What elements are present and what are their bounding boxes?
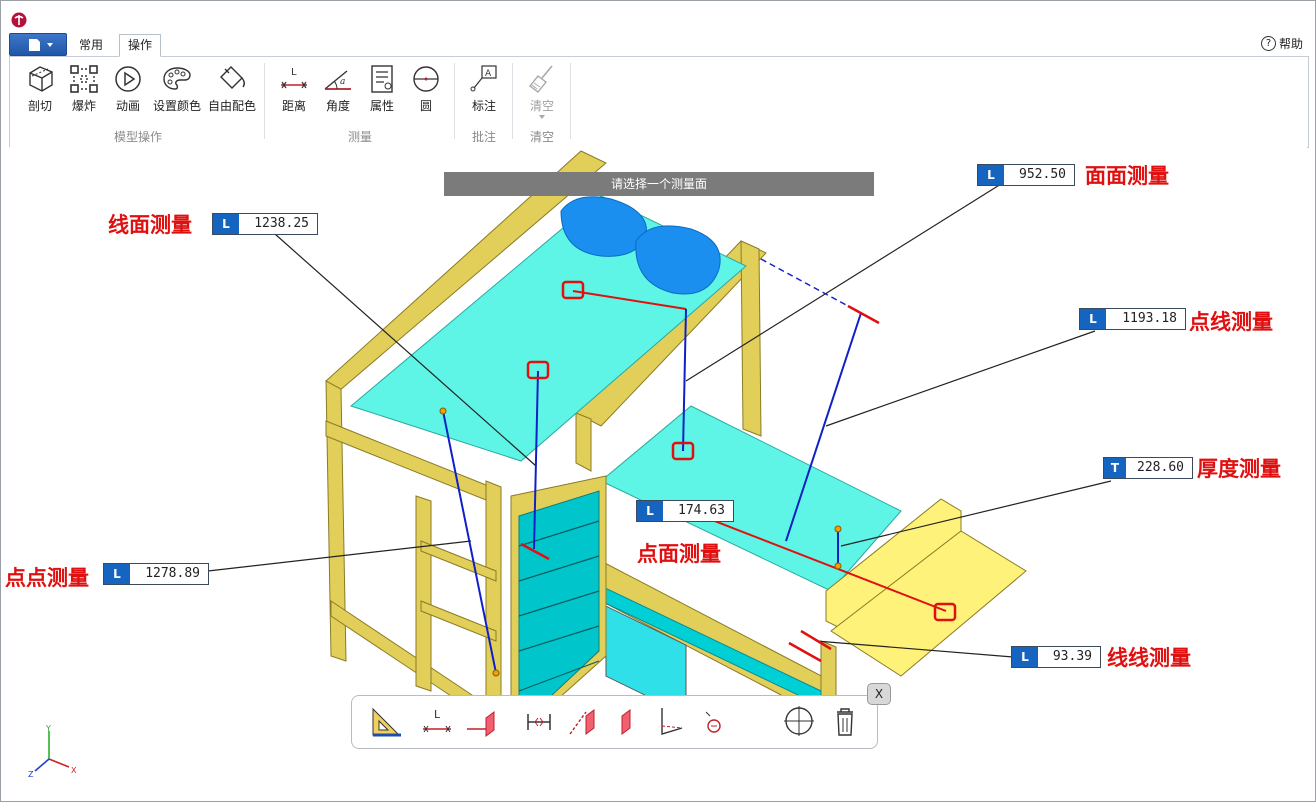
selection-hint: 请选择一个测量面	[444, 172, 874, 196]
point-face-measure-icon[interactable]	[464, 704, 498, 738]
annotation-line-face: 线面测量	[108, 213, 192, 237]
measure-box-face-face[interactable]: L 952.50	[977, 164, 1075, 186]
app-window: 常用 操作 ? 帮助 剖切 爆炸 动画 设置颜色 自由配色 模型操作 L 距离 …	[0, 0, 1316, 802]
face-face-measure-icon[interactable]	[522, 704, 556, 738]
measure-box-point-line[interactable]: L 1193.18	[1079, 308, 1186, 330]
measure-value: 1193.18	[1122, 311, 1177, 326]
line-face-measure-icon[interactable]	[566, 704, 600, 738]
axis-y-label: Y	[45, 724, 51, 733]
axis-z-label: Z	[28, 770, 34, 779]
measure-toolbar-close-button[interactable]: X	[867, 683, 891, 705]
measure-value: 228.60	[1137, 460, 1184, 475]
circle-center-measure-icon[interactable]	[782, 704, 816, 738]
measure-value: 1278.89	[145, 566, 200, 581]
measure-type-tag: L	[1080, 309, 1106, 329]
measure-value: 174.63	[678, 503, 725, 518]
axis-x-label: X	[71, 766, 77, 775]
distance-measure-icon[interactable]: L	[420, 704, 454, 738]
annotation-point-point: 点点测量	[5, 566, 89, 590]
measure-value: 93.39	[1052, 649, 1092, 664]
measure-toolbar: L	[351, 695, 878, 749]
angle-measure-icon[interactable]	[654, 704, 688, 738]
axis-triad: Y X Z	[28, 724, 77, 779]
trash-icon[interactable]	[828, 704, 862, 738]
thickness-measure-icon[interactable]	[610, 704, 644, 738]
measure-type-tag: L	[213, 214, 239, 234]
measure-box-line-face[interactable]: L 1238.25	[212, 213, 318, 235]
tab-operations[interactable]: 操作	[119, 34, 162, 57]
annotation-thickness: 厚度测量	[1197, 457, 1281, 481]
bunk-bed-model	[207, 150, 1112, 747]
annotation-point-face: 点面测量	[637, 542, 721, 566]
annotation-point-line: 点线测量	[1189, 310, 1273, 334]
measure-box-thickness[interactable]: T 228.60	[1103, 457, 1193, 479]
measure-type-tag: T	[1104, 458, 1126, 478]
measure-value: 952.50	[1019, 167, 1066, 182]
measure-type-tag: L	[104, 564, 130, 584]
ruler-triangle-icon[interactable]	[370, 704, 404, 738]
measure-type-tag: L	[1012, 647, 1038, 667]
measure-type-tag: L	[637, 501, 663, 521]
annotation-face-face: 面面测量	[1085, 164, 1169, 188]
measure-box-line-line[interactable]: L 93.39	[1011, 646, 1101, 668]
distance-measure-letter: L	[434, 708, 441, 721]
measure-box-point-face[interactable]: L 174.63	[636, 500, 734, 522]
measure-type-tag: L	[978, 165, 1004, 185]
measure-value: 1238.25	[254, 216, 309, 231]
zoom-measure-icon[interactable]	[698, 704, 732, 738]
annotation-line-line: 线线测量	[1107, 646, 1191, 670]
measure-box-point-point[interactable]: L 1278.89	[103, 563, 209, 585]
